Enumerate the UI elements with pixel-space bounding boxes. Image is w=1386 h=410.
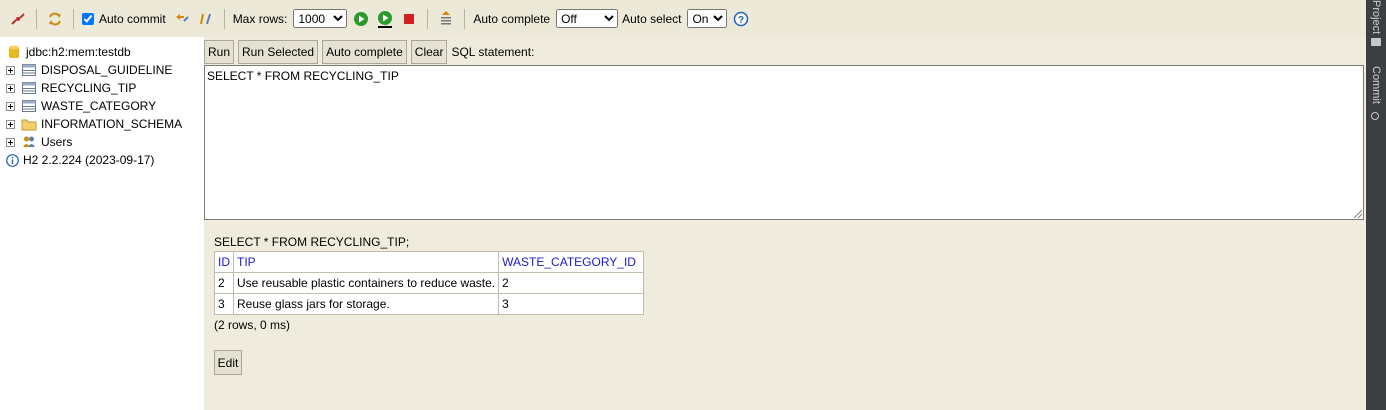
commit-tool-tab[interactable]: Commit <box>1370 66 1382 104</box>
sql-text: SELECT * FROM RECYCLING_TIP <box>207 69 399 83</box>
expand-icon[interactable] <box>6 83 15 93</box>
folder-icon <box>21 117 37 131</box>
table-icon <box>21 99 37 113</box>
table-label: DISPOSAL_GUIDELINE <box>41 63 173 77</box>
toolbar-separator <box>73 8 74 29</box>
result-panel: SELECT * FROM RECYCLING_TIP; ID TIP WAST… <box>204 223 1366 410</box>
disconnect-icon[interactable] <box>8 9 28 29</box>
run-selected-button[interactable]: Run Selected <box>238 40 319 64</box>
tree-table[interactable]: RECYCLING_TIP <box>6 79 136 97</box>
expand-icon[interactable] <box>6 101 15 111</box>
run-icon[interactable] <box>351 9 371 29</box>
resize-grip-icon[interactable] <box>1354 210 1362 218</box>
column-header[interactable]: WASTE_CATEGORY_ID <box>498 251 645 273</box>
refresh-icon[interactable] <box>45 9 65 29</box>
auto-commit-checkbox[interactable] <box>82 12 94 25</box>
query-button-row: Run Run Selected Auto complete Clear SQL… <box>204 40 534 64</box>
max-rows-select[interactable]: 1000 <box>293 9 348 28</box>
sql-input[interactable]: SELECT * FROM RECYCLING_TIP <box>204 65 1364 220</box>
auto-complete-label: Auto complete <box>473 11 551 26</box>
table-cell: Reuse glass jars for storage. <box>232 293 500 315</box>
table-row: 2 Use reusable plastic containers to red… <box>214 272 645 294</box>
max-rows-label: Max rows: <box>232 11 288 26</box>
tree-schema[interactable]: INFORMATION_SCHEMA <box>6 115 182 133</box>
column-header[interactable]: TIP <box>232 251 500 273</box>
result-summary: (2 rows, 0 ms) <box>214 318 291 332</box>
expand-icon[interactable] <box>6 65 15 75</box>
table-icon <box>21 81 37 95</box>
run-selected-icon[interactable] <box>375 9 395 29</box>
ide-side-strip: Project Commit <box>1366 0 1386 410</box>
users-label: Users <box>41 135 73 149</box>
schema-label: INFORMATION_SCHEMA <box>41 117 183 131</box>
column-header[interactable]: ID <box>214 251 234 273</box>
table-label: WASTE_CATEGORY <box>41 99 157 113</box>
commit-icon[interactable] <box>196 9 216 29</box>
version-label: H2 2.2.224 (2023-09-17) <box>23 153 155 167</box>
auto-complete-button[interactable]: Auto complete <box>322 40 407 64</box>
auto-select-label: Auto select <box>622 11 682 26</box>
table-row: 3 Reuse glass jars for storage. 3 <box>214 293 645 315</box>
run-button[interactable]: Run <box>204 40 235 64</box>
table-label: RECYCLING_TIP <box>41 81 137 95</box>
commit-icon <box>1371 112 1379 120</box>
connection-label: jdbc:h2:mem:testdb <box>26 45 131 59</box>
table-header-row: ID TIP WASTE_CATEGORY_ID <box>214 251 645 273</box>
toolbar-separator <box>223 8 225 29</box>
tree-version: H2 2.2.224 (2023-09-17) <box>6 151 154 169</box>
query-panel: Run Run Selected Auto complete Clear SQL… <box>204 37 1366 410</box>
project-tool-tab[interactable]: Project <box>1370 0 1382 34</box>
svg-text:?: ? <box>738 15 744 26</box>
users-icon <box>21 135 37 149</box>
tree-table[interactable]: WASTE_CATEGORY <box>6 97 156 115</box>
expand-icon[interactable] <box>6 119 15 129</box>
table-cell: 3 <box>498 293 645 315</box>
toolbar-separator <box>36 8 37 29</box>
table-cell: 2 <box>498 272 645 294</box>
expand-icon[interactable] <box>6 137 15 147</box>
clear-button[interactable]: Clear <box>410 40 448 64</box>
toolbar: Auto commit Max rows: 1000 Auto complete… <box>0 0 1366 37</box>
result-statement: SELECT * FROM RECYCLING_TIP; <box>214 235 410 249</box>
table-cell: 2 <box>214 272 234 294</box>
edit-button[interactable]: Edit <box>214 350 242 375</box>
auto-commit-label: Auto commit <box>99 11 166 26</box>
history-icon[interactable] <box>436 9 456 29</box>
help-icon[interactable]: ? <box>731 9 751 29</box>
table-cell: Use reusable plastic containers to reduc… <box>232 272 500 294</box>
folder-icon <box>1371 38 1381 46</box>
rollback-icon[interactable] <box>172 9 192 29</box>
table-icon <box>21 63 37 77</box>
schema-tree: jdbc:h2:mem:testdb DISPOSAL_GUIDELINE RE… <box>0 37 204 410</box>
sql-statement-label: SQL statement: <box>451 45 535 59</box>
tree-table[interactable]: DISPOSAL_GUIDELINE <box>6 61 172 79</box>
stop-icon[interactable] <box>399 9 419 29</box>
info-icon <box>6 153 19 167</box>
toolbar-separator <box>427 8 429 29</box>
table-cell: 3 <box>214 293 234 315</box>
auto-complete-select[interactable]: Off <box>556 9 619 28</box>
database-icon <box>6 45 22 59</box>
tree-connection[interactable]: jdbc:h2:mem:testdb <box>6 43 131 61</box>
result-table: ID TIP WASTE_CATEGORY_ID 2 Use reusable … <box>214 251 645 315</box>
auto-select-select[interactable]: On <box>687 9 728 28</box>
toolbar-separator <box>464 8 466 29</box>
tree-users[interactable]: Users <box>6 133 72 151</box>
